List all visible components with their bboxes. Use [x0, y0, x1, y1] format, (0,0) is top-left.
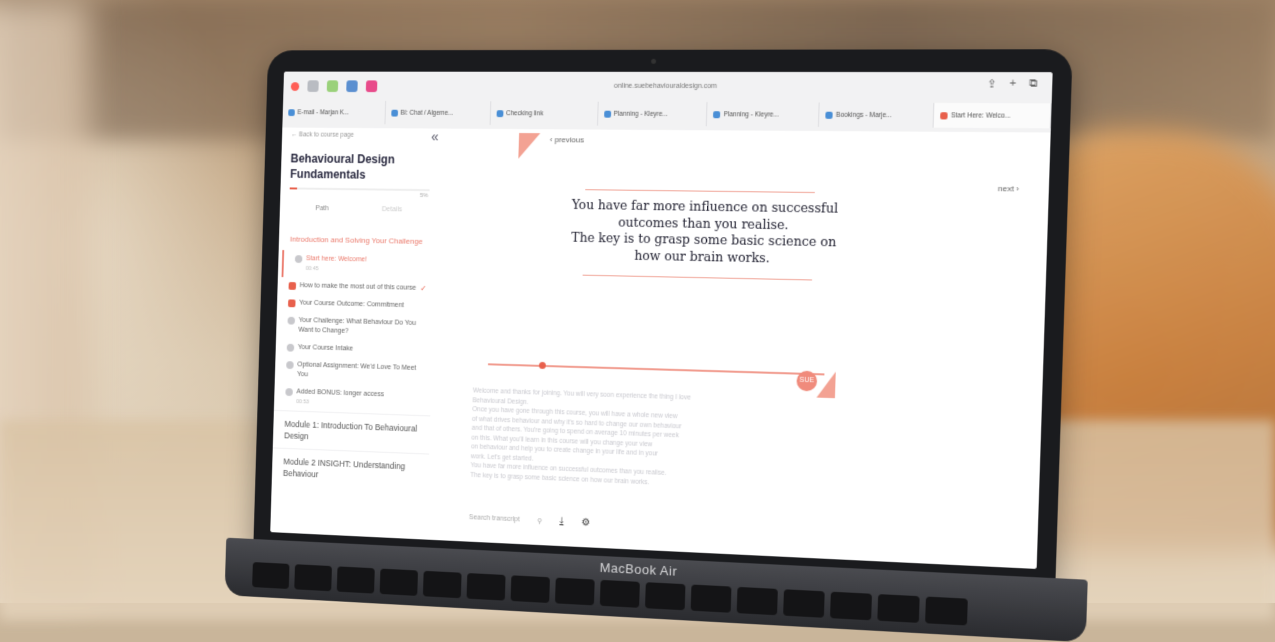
next-lesson-link[interactable]: next › — [998, 184, 1020, 194]
course-progress-bar — [290, 187, 430, 191]
browser-toolbar: online.suebehaviouraldesign.com ⇪ + ⧉ E-… — [282, 72, 1052, 134]
video-icon — [285, 388, 293, 396]
download-icon[interactable]: ⤓ — [559, 516, 564, 527]
extension-icon[interactable] — [327, 80, 338, 92]
browser-tab[interactable]: Checking link — [490, 101, 598, 125]
browser-tab[interactable]: E-mail - Marjan K... — [282, 101, 386, 125]
course-progress-text: 5% — [420, 193, 428, 199]
favicon-icon — [288, 109, 295, 116]
keyboard-key — [645, 582, 685, 610]
keyboard-key — [925, 597, 968, 626]
decorative-triangle — [817, 371, 836, 398]
laptop: online.suebehaviouraldesign.com ⇪ + ⧉ E-… — [252, 49, 1073, 632]
keyboard-key — [511, 575, 550, 603]
clock-icon — [287, 317, 295, 325]
new-tab-icon[interactable]: + — [1009, 77, 1016, 90]
sidebar-toggle-icon[interactable] — [307, 80, 318, 92]
share-icon[interactable]: ⇪ — [987, 77, 997, 90]
check-icon: ✓ — [420, 284, 427, 294]
keyboard-key — [252, 562, 289, 589]
quote-divider-top — [585, 189, 815, 193]
decorative-triangle — [518, 133, 540, 159]
favicon-icon — [604, 110, 611, 117]
clock-icon — [295, 255, 303, 263]
keyboard-key — [877, 594, 919, 623]
module-item[interactable]: Module 2 INSIGHT: Understanding Behaviou… — [272, 447, 429, 491]
lesson-content: ‹ previous next › You have far more infl… — [430, 129, 1050, 569]
favicon-icon — [713, 111, 720, 118]
favicon-icon — [940, 112, 948, 119]
browser-tab-active[interactable]: Start Here: Welco... — [934, 103, 1052, 128]
course-progress-fill — [290, 187, 297, 189]
lesson-item[interactable]: Start here: Welcome! 00:45 — [282, 250, 436, 280]
favicon-icon — [391, 109, 398, 116]
laptop-screen: online.suebehaviouraldesign.com ⇪ + ⧉ E-… — [270, 72, 1052, 569]
tab-path[interactable]: Path — [315, 205, 329, 212]
extension-icon[interactable] — [366, 80, 378, 92]
keyboard-key — [737, 587, 778, 615]
tab-overview-icon[interactable]: ⧉ — [1029, 77, 1038, 91]
favicon-icon — [496, 110, 503, 117]
tab-bar: E-mail - Marjan K... Bl: Chat / Algeme..… — [282, 101, 1051, 129]
browser-tab[interactable]: Bl: Chat / Algeme... — [385, 101, 491, 125]
keyboard-key — [294, 564, 332, 591]
keyboard-key — [555, 578, 595, 606]
back-to-course-link[interactable]: ← Back to course page — [291, 131, 354, 138]
transcript-controls: Search transcript ⚲ ⤓ ⚙ — [469, 512, 590, 528]
form-icon — [287, 344, 295, 352]
search-icon[interactable]: ⚲ — [537, 517, 542, 525]
keyboard-key — [337, 566, 375, 593]
keyboard-key — [423, 571, 462, 598]
favicon-icon — [826, 111, 833, 118]
lesson-list: Introduction and Solving Your Challenge … — [272, 228, 436, 492]
gear-icon[interactable]: ⚙ — [581, 517, 590, 528]
assignment-icon — [286, 361, 294, 369]
course-title: Behavioural Design Fundamentals — [290, 151, 431, 184]
keyboard-key — [783, 589, 825, 618]
camera — [651, 59, 656, 64]
keyboard-key — [691, 585, 732, 613]
sue-logo-badge: SUE — [796, 371, 817, 392]
document-icon — [288, 299, 296, 307]
keyboard-key — [467, 573, 506, 601]
address-bar[interactable]: online.suebehaviouraldesign.com — [557, 79, 776, 96]
toolbar-actions: ⇪ + ⧉ — [987, 77, 1038, 91]
browser-tab[interactable]: Planning - Kleyre... — [598, 102, 708, 127]
video-scrubber-handle[interactable] — [539, 362, 546, 369]
document-icon — [289, 282, 297, 290]
laptop-bezel: online.suebehaviouraldesign.com ⇪ + ⧉ E-… — [253, 49, 1072, 590]
tab-details[interactable]: Details — [382, 206, 402, 213]
transcript-search-input[interactable]: Search transcript — [469, 514, 520, 523]
extension-icon[interactable] — [346, 80, 358, 92]
keyboard-key — [380, 569, 418, 596]
collapse-sidebar-icon[interactable]: « — [431, 128, 439, 144]
keyboard-key — [600, 580, 640, 608]
section-introduction[interactable]: Introduction and Solving Your Challenge — [279, 228, 436, 253]
module-item[interactable]: Module 1: Introduction To Behavioural De… — [273, 410, 431, 454]
browser-tab[interactable]: Bookings - Marje... — [819, 103, 934, 128]
sidebar-tabs: Path Details — [289, 205, 429, 214]
previous-lesson-link[interactable]: ‹ previous — [550, 135, 584, 144]
transcript-text: Welcome and thanks for joining. You will… — [470, 386, 798, 493]
keyboard-key — [830, 592, 872, 621]
browser-tab[interactable]: Planning - Kleyre... — [707, 102, 820, 127]
quote-divider-bottom — [583, 275, 812, 281]
course-sidebar: ← Back to course page « Behavioural Desi… — [270, 128, 444, 540]
lesson-quote: You have far more influence on successfu… — [554, 197, 856, 268]
close-window-button[interactable] — [291, 82, 300, 91]
